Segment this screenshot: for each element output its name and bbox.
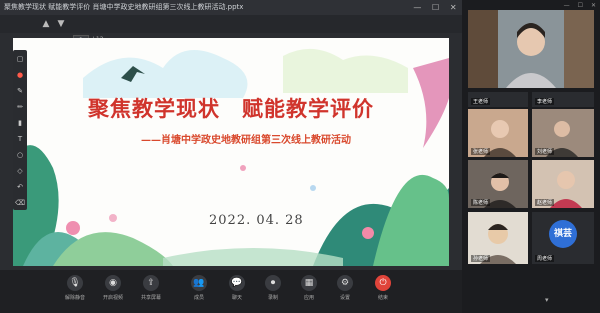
participant-panel: — ☐ ✕ 王老师 李老师 张老师 刘老师 陈老师 赵老师 孙老师 祺芸 周老师: [462, 0, 600, 313]
maximize-icon[interactable]: ☐: [578, 2, 583, 9]
slide-subtitle: ——肖塘中学政史地教研组第三次线上教研活动: [141, 135, 351, 146]
video-tile-2[interactable]: 李老师: [532, 92, 594, 107]
undo-icon[interactable]: ↶: [15, 182, 25, 192]
video-tile-3[interactable]: 张老师: [468, 109, 528, 157]
participant-name: 王老师: [471, 98, 491, 105]
slide-date: 2022. 04. 28: [209, 213, 304, 228]
video-tile-7[interactable]: 孙老师: [468, 212, 528, 264]
slide-decoration: [13, 48, 449, 266]
participant-name: 孙老师: [471, 255, 491, 262]
presentation-slide: 聚焦教学现状 赋能教学评价 ——肖塘中学政史地教研组第三次线上教研活动 2022…: [13, 38, 449, 266]
text-icon[interactable]: T: [15, 134, 25, 144]
document-toolbar: ▲ ▼ 1 / 12: [0, 15, 462, 46]
share-screen-button[interactable]: ⇪ 共享屏幕: [134, 273, 168, 311]
participant-name: 李老师: [535, 98, 555, 105]
clear-icon[interactable]: ⌫: [15, 198, 25, 208]
chevron-down-icon[interactable]: ▾: [545, 296, 549, 304]
video-tile-6[interactable]: 赵老师: [532, 160, 594, 208]
slide-title: 聚焦教学现状 赋能教学评价: [88, 96, 374, 121]
participant-video: [468, 10, 594, 88]
participant-name: 张老师: [471, 148, 491, 155]
participant-name: 陈老师: [471, 199, 491, 206]
members-button[interactable]: 👥 成员: [182, 273, 216, 311]
shape-icon[interactable]: ○: [15, 150, 25, 160]
highlighter-icon[interactable]: ▮: [15, 118, 25, 128]
mute-button[interactable]: 🎙 解除静音: [58, 273, 92, 311]
panel-controls: — ☐ ✕: [462, 0, 600, 10]
chat-button[interactable]: 💬 聊天: [220, 273, 254, 311]
pen-icon[interactable]: ✎: [15, 86, 25, 96]
settings-button[interactable]: ⚙ 设置: [328, 273, 362, 311]
pencil-icon[interactable]: ✏: [15, 102, 25, 112]
minimize-icon[interactable]: —: [564, 2, 570, 9]
maximize-icon[interactable]: ☐: [432, 3, 439, 12]
record-icon: ⏺: [265, 275, 281, 291]
minimize-icon[interactable]: —: [413, 3, 421, 12]
eraser-icon[interactable]: ◇: [15, 166, 25, 176]
laser-pointer-icon[interactable]: ●: [15, 70, 25, 80]
record-button[interactable]: ⏺ 录制: [256, 273, 290, 311]
participant-name: 刘老师: [535, 148, 555, 155]
arrow-down-icon[interactable]: ▼: [55, 18, 67, 30]
apps-button[interactable]: ▦ 应用: [292, 273, 326, 311]
window-title: 聚焦教学现状 赋能教学评价 肖塘中学政史地教研组第三次线上教研活动.pptx: [0, 0, 462, 15]
camera-icon: ◉: [105, 275, 121, 291]
end-call-icon: ⏻: [375, 275, 391, 291]
participant-name: 周老师: [535, 255, 555, 262]
close-icon[interactable]: ✕: [450, 3, 457, 12]
share-icon: ⇪: [143, 275, 159, 291]
close-icon[interactable]: ✕: [591, 2, 596, 9]
video-tile-5[interactable]: 陈老师: [468, 160, 528, 208]
arrow-up-icon[interactable]: ▲: [40, 18, 52, 30]
video-tile-speaker[interactable]: [468, 10, 594, 88]
meeting-controls: 🎙 解除静音 ◉ 开启视频 ⇪ 共享屏幕 👥 成员 💬 聊天 ⏺ 录制 ▦ 应用…: [0, 270, 462, 313]
video-tile-4[interactable]: 刘老师: [532, 109, 594, 157]
chat-icon: 💬: [229, 275, 245, 291]
settings-icon: ⚙: [337, 275, 353, 291]
video-tile-8[interactable]: 祺芸 周老师: [532, 212, 594, 264]
members-icon: 👥: [191, 275, 207, 291]
apps-icon: ▦: [301, 275, 317, 291]
video-button[interactable]: ◉ 开启视频: [96, 273, 130, 311]
window-controls: — ☐ ✕: [408, 0, 462, 15]
annotation-toolbar: ▢ ● ✎ ✏ ▮ T ○ ◇ ↶ ⌫: [13, 50, 27, 210]
end-meeting-button[interactable]: ⏻ 结束: [366, 273, 400, 311]
avatar: 祺芸: [549, 220, 577, 248]
select-icon[interactable]: ▢: [15, 54, 25, 64]
video-tile-1[interactable]: 王老师: [468, 92, 528, 107]
microphone-icon: 🎙: [67, 275, 83, 291]
participant-name: 赵老师: [535, 199, 555, 206]
